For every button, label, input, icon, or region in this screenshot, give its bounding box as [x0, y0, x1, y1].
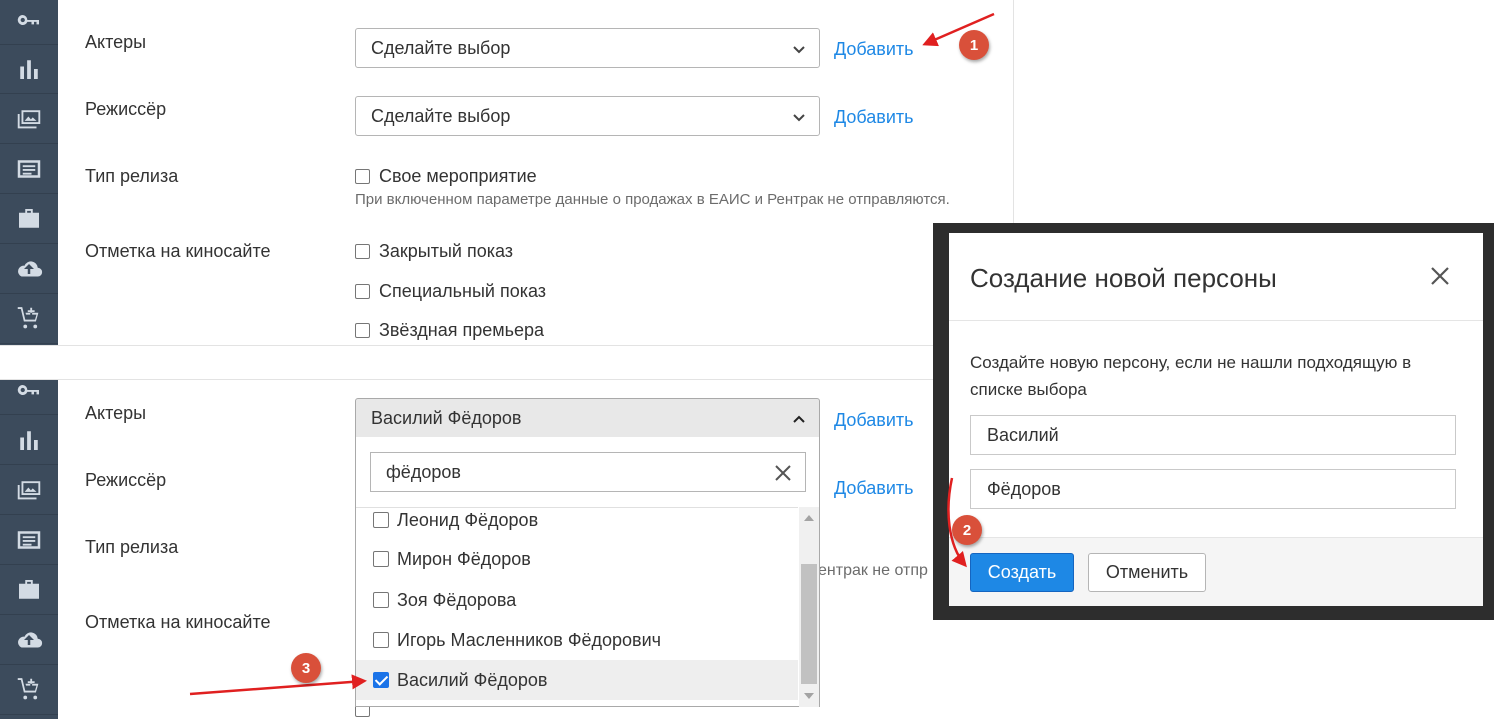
- actors-dropdown: фёдоров Леонид Фёдоров Мирон Фёдоров Зоя…: [355, 437, 820, 707]
- top-form-panel: Актеры Сделайте выбор Добавить Режиссёр …: [0, 0, 1014, 346]
- add-actor-link[interactable]: Добавить: [834, 410, 914, 431]
- list-icon[interactable]: [0, 145, 58, 194]
- own-event-option[interactable]: Свое мероприятие: [355, 166, 537, 187]
- modal-description: Создайте новую персону, если не нашли по…: [970, 353, 1412, 399]
- option-checkbox[interactable]: [373, 512, 389, 528]
- release-type-label: Тип релиза: [85, 166, 179, 186]
- option-label: Мирон Фёдоров: [397, 548, 531, 569]
- closed-show-checkbox[interactable]: [355, 244, 370, 259]
- own-event-text: Свое мероприятие: [379, 166, 537, 186]
- dropdown-search-value: фёдоров: [386, 461, 461, 482]
- special-show-checkbox[interactable]: [355, 284, 370, 299]
- dropdown-options-list: Леонид Фёдоров Мирон Фёдоров Зоя Фёдоров…: [356, 507, 798, 707]
- star-premiere-option[interactable]: Звёздная премьера: [355, 320, 544, 341]
- cart-add-icon[interactable]: [0, 666, 58, 715]
- special-show-text: Специальный показ: [379, 281, 547, 301]
- images-icon[interactable]: [0, 95, 58, 144]
- step-badge-3: 3: [291, 653, 321, 683]
- director-label: Режиссёр: [85, 99, 167, 119]
- add-actor-link[interactable]: Добавить: [834, 39, 914, 60]
- site-mark-label: Отметка на киносайте: [85, 241, 271, 261]
- option-label: Леонид Фёдоров: [397, 509, 539, 530]
- option-checkbox[interactable]: [373, 632, 389, 648]
- create-button[interactable]: Создать: [970, 553, 1074, 592]
- director-select-value: Сделайте выбор: [371, 105, 511, 126]
- chevron-down-icon: [793, 114, 805, 122]
- modal-footer: Создать Отменить: [949, 537, 1483, 606]
- dropdown-scrollbar[interactable]: [799, 507, 819, 707]
- cloud-upload-icon[interactable]: [0, 616, 58, 665]
- director-label: Режиссёр: [85, 470, 167, 490]
- scrollbar-thumb[interactable]: [801, 564, 817, 684]
- own-event-hint-fragment: ентрак не отпр: [818, 562, 928, 579]
- add-director-link[interactable]: Добавить: [834, 478, 914, 499]
- step-badge-1: 1: [959, 30, 989, 60]
- actors-select-value: Василий Фёдоров: [371, 407, 522, 428]
- actors-select-open[interactable]: Василий Фёдоров: [355, 398, 820, 438]
- scroll-up-arrow-icon[interactable]: [804, 515, 814, 521]
- closed-show-option[interactable]: Закрытый показ: [355, 241, 513, 262]
- chevron-up-icon: [793, 415, 805, 423]
- list-icon[interactable]: [0, 516, 58, 565]
- briefcase-icon[interactable]: [0, 195, 58, 244]
- modal-title: Создание новой персоны: [970, 263, 1277, 293]
- first-name-field[interactable]: Василий: [970, 415, 1456, 455]
- last-name-field[interactable]: Фёдоров: [970, 469, 1456, 509]
- option-vasily-fedorov[interactable]: Василий Фёдоров: [356, 660, 798, 700]
- actors-select-value: Сделайте выбор: [371, 37, 511, 58]
- director-select[interactable]: Сделайте выбор: [355, 96, 820, 136]
- sidebar: [0, 380, 58, 719]
- own-event-checkbox[interactable]: [355, 169, 370, 184]
- actors-label: Актеры: [85, 32, 147, 52]
- star-premiere-checkbox[interactable]: [355, 323, 370, 338]
- actors-label: Актеры: [85, 403, 147, 423]
- key-icon[interactable]: [0, 380, 58, 415]
- modal-divider: [949, 320, 1483, 321]
- site-mark-label: Отметка на киносайте: [85, 612, 271, 632]
- cancel-button[interactable]: Отменить: [1088, 553, 1206, 592]
- star-premiere-text: Звёздная премьера: [379, 320, 545, 340]
- first-name-value: Василий: [987, 424, 1059, 445]
- own-event-hint: При включенном параметре данные о продаж…: [355, 191, 950, 208]
- bar-chart-icon[interactable]: [0, 416, 58, 465]
- add-director-link[interactable]: Добавить: [834, 107, 914, 128]
- actors-select[interactable]: Сделайте выбор: [355, 28, 820, 68]
- dropdown-search-input[interactable]: фёдоров: [370, 452, 806, 492]
- clear-icon[interactable]: [773, 463, 793, 483]
- option-miron-fedorov[interactable]: Мирон Фёдоров: [356, 539, 798, 579]
- option-label: Игорь Масленников Фёдорович: [397, 629, 662, 650]
- key-icon[interactable]: [0, 0, 58, 45]
- release-type-label: Тип релиза: [85, 537, 179, 557]
- option-leonid-fedorov[interactable]: Леонид Фёдоров: [356, 508, 798, 540]
- cart-add-icon[interactable]: [0, 295, 58, 344]
- option-checkbox-checked[interactable]: [373, 672, 389, 688]
- step-badge-2: 2: [952, 515, 982, 545]
- option-igor-maslennikov[interactable]: Игорь Масленников Фёдорович: [356, 620, 798, 660]
- option-checkbox[interactable]: [373, 551, 389, 567]
- option-label: Василий Фёдоров: [397, 669, 548, 690]
- images-icon[interactable]: [0, 466, 58, 515]
- close-icon[interactable]: [1429, 265, 1451, 287]
- option-label: Зоя Фёдорова: [397, 589, 517, 610]
- briefcase-icon[interactable]: [0, 566, 58, 615]
- chevron-down-icon: [793, 46, 805, 54]
- last-name-value: Фёдоров: [987, 478, 1061, 499]
- sidebar: [0, 0, 58, 345]
- closed-show-text: Закрытый показ: [379, 241, 514, 261]
- scroll-down-arrow-icon[interactable]: [804, 693, 814, 699]
- option-checkbox[interactable]: [373, 592, 389, 608]
- bar-chart-icon[interactable]: [0, 45, 58, 94]
- option-zoya-fedorova[interactable]: Зоя Фёдорова: [356, 580, 798, 620]
- create-person-modal: Создание новой персоны Создайте новую пе…: [949, 233, 1483, 606]
- cloud-upload-icon[interactable]: [0, 245, 58, 294]
- special-show-option[interactable]: Специальный показ: [355, 281, 546, 302]
